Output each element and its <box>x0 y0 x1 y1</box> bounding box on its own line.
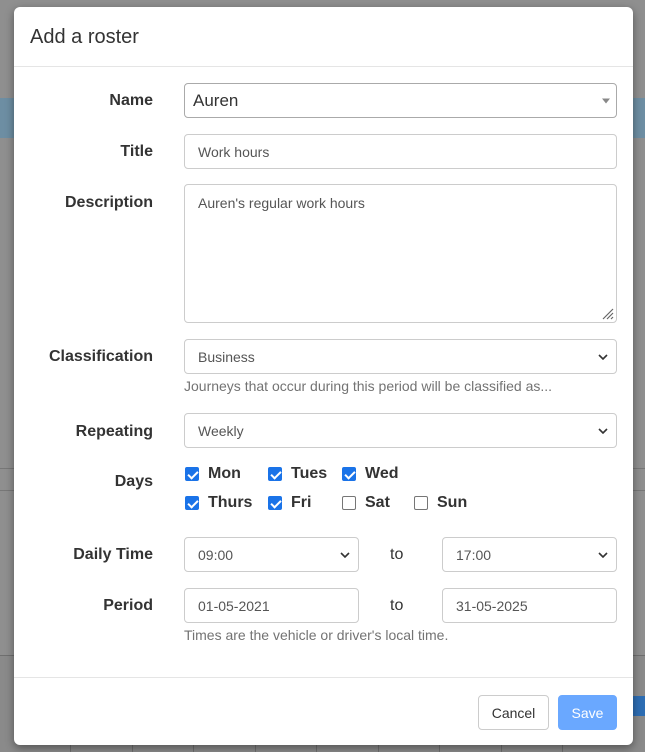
day-checkbox-mon[interactable]: Mon <box>185 465 241 483</box>
day-label: Tues <box>291 465 328 482</box>
period-start-value: 01-05-2021 <box>198 597 270 614</box>
period-start-input[interactable]: 01-05-2021 <box>184 588 359 623</box>
check-icon[interactable] <box>185 496 199 510</box>
title-input[interactable]: Work hours <box>184 134 617 169</box>
chevron-down-icon <box>598 551 608 558</box>
chevron-down-icon <box>598 353 608 360</box>
day-checkbox-tues[interactable]: Tues <box>268 465 327 483</box>
days-label: Days <box>114 473 153 490</box>
period-row: Period 01-05-2021 to 31-05-2025 Times ar… <box>14 588 633 643</box>
cancel-button[interactable]: Cancel <box>478 695 549 730</box>
check-icon[interactable] <box>185 467 199 481</box>
period-label: Period <box>103 597 153 614</box>
description-row: Description Auren's regular work hours <box>14 184 633 323</box>
daily-time-label: Daily Time <box>73 546 153 563</box>
caret-down-icon <box>602 98 610 104</box>
name-value: Auren <box>193 90 239 110</box>
day-label: Mon <box>208 465 241 482</box>
repeating-row: Repeating Weekly <box>14 413 633 448</box>
classification-label: Classification <box>48 348 153 365</box>
day-label: Sat <box>365 494 390 511</box>
name-label: Name <box>109 92 153 109</box>
check-icon[interactable] <box>268 496 282 510</box>
name-select[interactable]: Auren <box>184 83 617 118</box>
daily-time-end-select[interactable]: 17:00 <box>442 537 617 572</box>
chevron-down-icon <box>598 427 608 434</box>
days-row: Days Mon Tues Wed Thurs Fri Sat Sun <box>14 465 633 525</box>
day-checkbox-thurs[interactable]: Thurs <box>185 494 252 512</box>
daily-time-to-label: to <box>390 546 404 563</box>
day-checkbox-fri[interactable]: Fri <box>268 494 311 512</box>
day-label: Fri <box>291 494 312 511</box>
classification-help: Journeys that occur during this period w… <box>184 378 553 394</box>
modal-title: Add a roster <box>30 26 139 48</box>
daily-time-row: Daily Time 09:00 to 17:00 <box>14 537 633 572</box>
period-help: Times are the vehicle or driver's local … <box>184 627 449 643</box>
day-checkbox-sun[interactable]: Sun <box>414 494 467 512</box>
daily-time-start-select[interactable]: 09:00 <box>184 537 359 572</box>
check-icon[interactable] <box>342 467 356 481</box>
description-value: Auren's regular work hours <box>198 195 365 211</box>
daily-time-start-value: 09:00 <box>198 546 234 563</box>
repeating-value: Weekly <box>198 422 244 439</box>
classification-row: Classification Business Journeys that oc… <box>14 339 633 394</box>
title-row: Title Work hours <box>14 134 633 169</box>
day-checkbox-wed[interactable]: Wed <box>342 465 398 483</box>
classification-value: Business <box>198 348 255 365</box>
period-end-input[interactable]: 31-05-2025 <box>442 588 617 623</box>
checkbox-empty-icon[interactable] <box>414 496 428 510</box>
name-row: Name Auren <box>14 83 633 118</box>
modal-footer: Cancel Save <box>14 677 633 745</box>
add-roster-modal: Add a roster Name Auren Title Work hours… <box>14 7 633 745</box>
check-icon[interactable] <box>268 467 282 481</box>
checkbox-empty-icon[interactable] <box>342 496 356 510</box>
day-checkbox-sat[interactable]: Sat <box>342 494 390 512</box>
description-textarea[interactable]: Auren's regular work hours <box>184 184 617 323</box>
description-label: Description <box>64 194 153 211</box>
save-button[interactable]: Save <box>558 695 617 730</box>
day-label: Wed <box>365 465 399 482</box>
period-to-label: to <box>390 597 404 614</box>
day-label: Thurs <box>208 494 253 511</box>
title-label: Title <box>120 143 153 160</box>
repeating-label: Repeating <box>75 423 153 440</box>
modal-header: Add a roster <box>14 7 633 67</box>
classification-select[interactable]: Business <box>184 339 617 374</box>
daily-time-end-value: 17:00 <box>456 546 492 563</box>
repeating-select[interactable]: Weekly <box>184 413 617 448</box>
title-value: Work hours <box>198 143 270 160</box>
background-tag <box>633 696 645 716</box>
chevron-down-icon <box>340 551 350 558</box>
period-end-value: 31-05-2025 <box>456 597 528 614</box>
resize-grip-icon[interactable] <box>600 306 614 320</box>
day-label: Sun <box>437 494 468 511</box>
